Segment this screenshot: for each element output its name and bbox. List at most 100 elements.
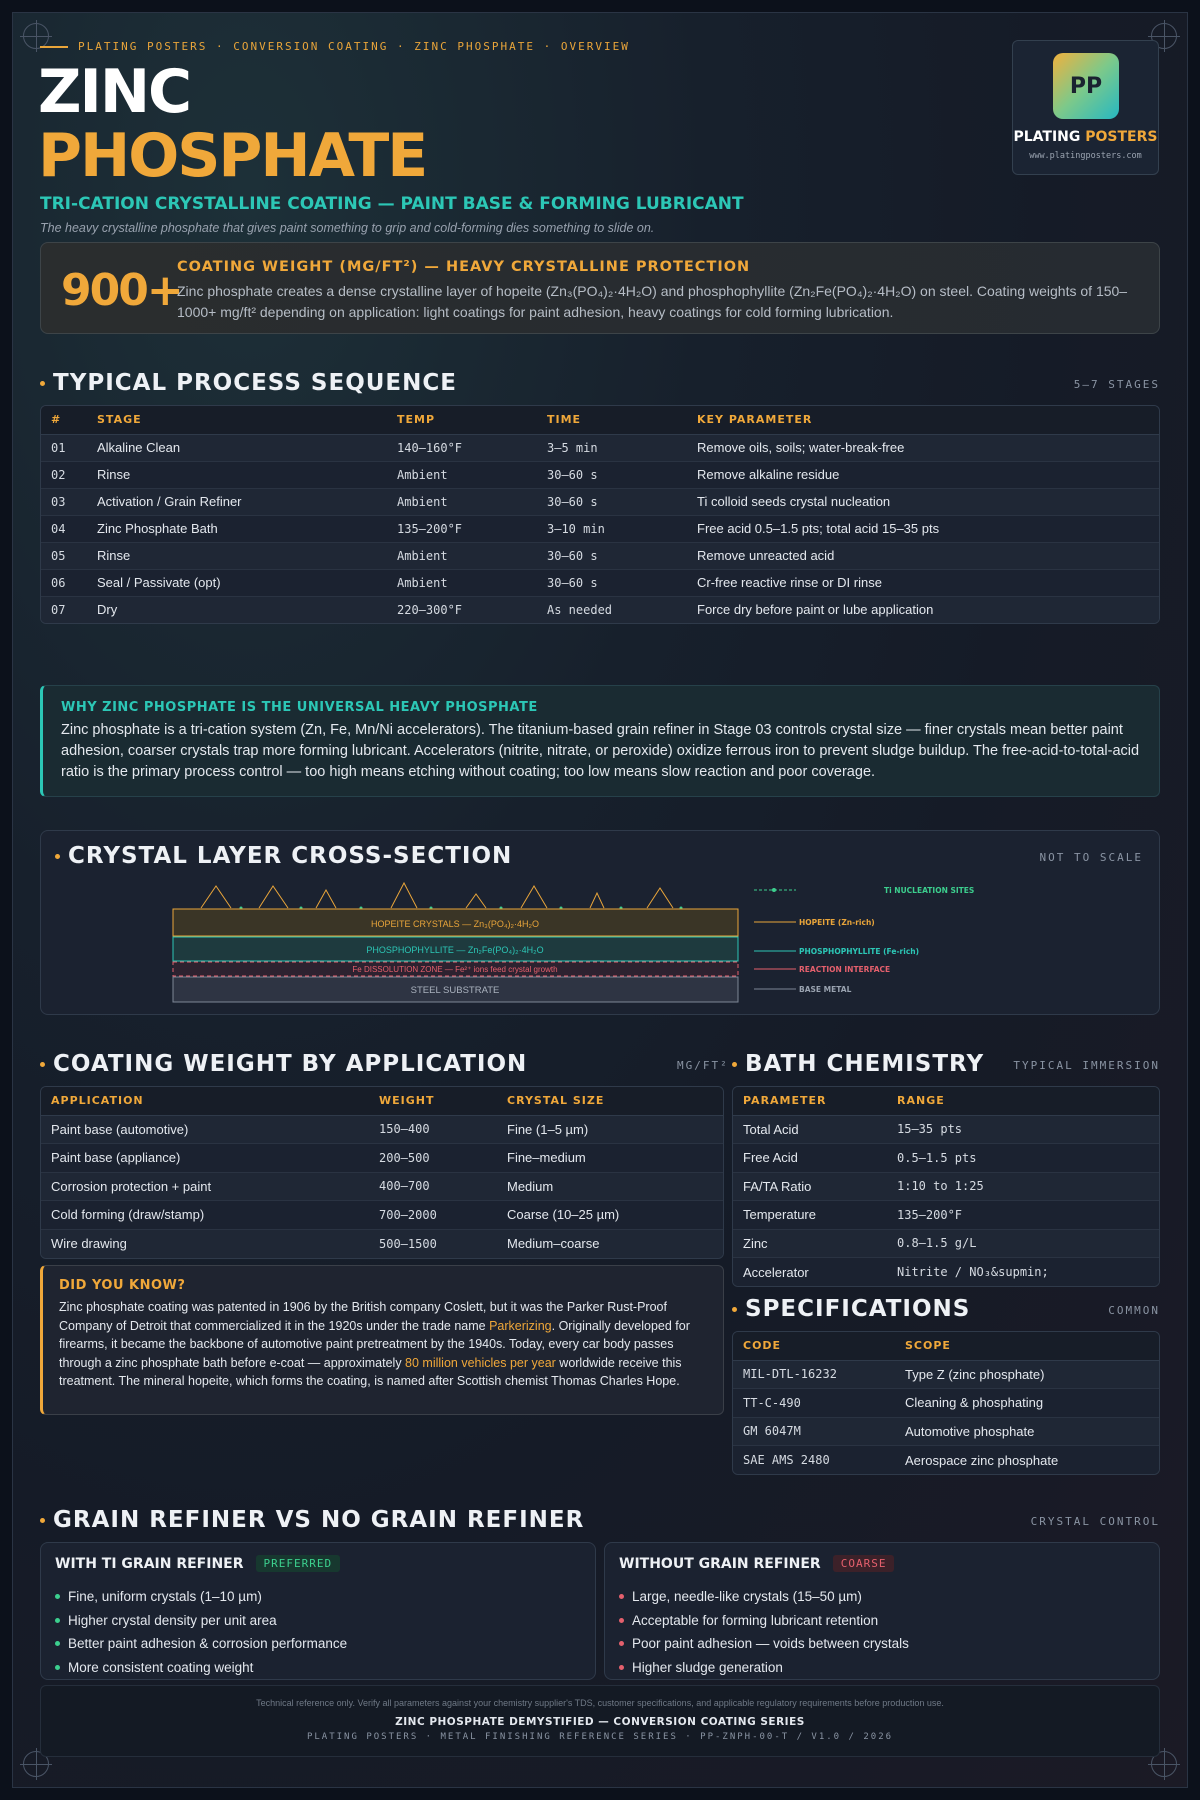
column-header: WEIGHT bbox=[369, 1087, 497, 1116]
table-cell: 0.8–1.5 g/L bbox=[887, 1229, 1159, 1258]
table-cell: 15–35 pts bbox=[887, 1115, 1159, 1144]
table-cell: Corrosion protection + paint bbox=[41, 1172, 369, 1201]
table-cell: Alkaline Clean bbox=[87, 434, 387, 462]
hero-heading: COATING WEIGHT (MG/FT²) — HEAVY CRYSTALL… bbox=[177, 259, 751, 275]
table-cell: 3–10 min bbox=[537, 515, 687, 543]
table-row: GM 6047M Automotive phosphate bbox=[733, 1417, 1159, 1446]
column-header: TEMP bbox=[387, 406, 537, 435]
bullet-icon bbox=[619, 1664, 624, 1670]
table-cell: 200–500 bbox=[369, 1143, 497, 1173]
table-row: TT-C-490 Cleaning & phosphating bbox=[733, 1388, 1159, 1418]
table-cell: Dry bbox=[87, 596, 387, 623]
column-header: SCOPE bbox=[895, 1332, 1159, 1361]
legend-hopeite: HOPEITE (Zn-rich) bbox=[799, 918, 875, 927]
table-cell: TT-C-490 bbox=[733, 1388, 895, 1418]
section-title-coating-weight: COATING WEIGHT BY APPLICATION bbox=[40, 1051, 527, 1077]
footer-disclaimer: Technical reference only. Verify all par… bbox=[256, 1698, 944, 1708]
table-cell: Accelerator bbox=[733, 1257, 887, 1286]
table-row: 03 Activation / Grain Refiner Ambient 30–60… bbox=[41, 488, 1159, 516]
did-you-know-card: DID YOU KNOW? Zinc phosphate coating was… bbox=[40, 1265, 724, 1415]
list-item: Poor paint adhesion — voids between crys… bbox=[619, 1632, 909, 1656]
table-cell: Rinse bbox=[87, 542, 387, 570]
page-title-line2: PHOSPHATE bbox=[38, 121, 428, 191]
table-cell: 140–160°F bbox=[387, 434, 537, 462]
grain-with-title: WITH TI GRAIN REFINER bbox=[55, 1555, 244, 1572]
steel-label: STEEL SUBSTRATE bbox=[411, 985, 500, 996]
table-cell: Activation / Grain Refiner bbox=[87, 488, 387, 516]
table-row: 02 Rinse Ambient 30–60 s Remove alkaline res… bbox=[41, 461, 1159, 489]
legend-ti: Ti NUCLEATION SITES bbox=[884, 886, 974, 895]
table-cell: 04 bbox=[41, 515, 87, 543]
column-header: CODE bbox=[733, 1332, 895, 1361]
column-header: RANGE bbox=[887, 1087, 1159, 1116]
table-cell: Cleaning & phosphating bbox=[895, 1388, 1159, 1418]
hero-body: Zinc phosphate creates a dense crystalli… bbox=[177, 283, 1128, 320]
list-item-text: More consistent coating weight bbox=[68, 1659, 254, 1675]
table-cell: 150–400 bbox=[369, 1115, 497, 1144]
breadcrumb-text: PLATING POSTERS · CONVERSION COATING · Z… bbox=[78, 40, 630, 53]
table-cell: Free acid 0.5–1.5 pts; total acid 15–35 … bbox=[687, 515, 1159, 543]
section-title-process: TYPICAL PROCESS SEQUENCE bbox=[40, 370, 457, 396]
list-item: Fine, uniform crystals (1–10 µm) bbox=[55, 1585, 347, 1609]
hopeite-label: HOPEITE CRYSTALS — Zn₃(PO₄)₂·4H₂O bbox=[371, 919, 539, 929]
legend-phosphophyllite: PHOSPHOPHYLLITE (Fe-rich) bbox=[799, 947, 919, 956]
table-cell: 3–5 min bbox=[537, 434, 687, 462]
breadcrumb: PLATING POSTERS · CONVERSION COATING · Z… bbox=[40, 40, 630, 53]
table-cell: Ambient bbox=[387, 488, 537, 516]
list-item-text: Acceptable for forming lubricant retenti… bbox=[632, 1612, 879, 1628]
table-cell: Ambient bbox=[387, 542, 537, 570]
grain-with-card: WITH TI GRAIN REFINER PREFERRED Fine, un… bbox=[40, 1542, 596, 1680]
phosphophyllite-label: PHOSPHOPHYLLITE — Zn₂Fe(PO₄)₂·4H₂O bbox=[366, 945, 543, 955]
section-title-text: TYPICAL PROCESS SEQUENCE bbox=[53, 370, 457, 396]
bullet-icon bbox=[619, 1594, 624, 1600]
list-item: More consistent coating weight bbox=[55, 1656, 347, 1680]
bullet-icon bbox=[619, 1641, 624, 1647]
table-row: 06 Seal / Passivate (opt) Ambient 30–60 s Cr… bbox=[41, 569, 1159, 597]
table-cell: Medium–coarse bbox=[497, 1229, 723, 1258]
list-item-text: Higher sludge generation bbox=[632, 1659, 783, 1675]
table-cell: Zinc Phosphate Bath bbox=[87, 515, 387, 543]
logo-name-part2: POSTERS bbox=[1085, 129, 1158, 145]
table-row: Paint base (automotive) 150–400 Fine (1–5 … bbox=[41, 1115, 723, 1144]
dyk-highlight: Parkerizing bbox=[489, 1318, 552, 1333]
list-item-text: Poor paint adhesion — voids between crys… bbox=[632, 1636, 909, 1652]
table-cell: Remove unreacted acid bbox=[687, 542, 1159, 570]
table-row: Accelerator Nitrite / NO₃&supmin; bbox=[733, 1257, 1159, 1286]
breadcrumb-accent-bar bbox=[40, 45, 68, 48]
table-cell: FA/TA Ratio bbox=[733, 1172, 887, 1201]
table-cell: 05 bbox=[41, 542, 87, 570]
table-cell: SAE AMS 2480 bbox=[733, 1445, 895, 1474]
logo-url: www.platingposters.com bbox=[1029, 151, 1142, 161]
bullet-icon bbox=[55, 1664, 60, 1670]
section-title-grain: GRAIN REFINER VS NO GRAIN REFINER bbox=[40, 1507, 584, 1533]
table-cell: 135–200°F bbox=[887, 1200, 1159, 1230]
table-cell: GM 6047M bbox=[733, 1417, 895, 1446]
logo-card: PP PLATING POSTERS www.platingposters.co… bbox=[1012, 40, 1159, 175]
did-you-know-heading: DID YOU KNOW? bbox=[59, 1278, 186, 1293]
table-row: 07 Dry 220–300°F As needed Force dry before … bbox=[41, 596, 1159, 623]
section-dot-icon bbox=[40, 380, 45, 386]
table-row: Corrosion protection + paint 400–700 Mediu… bbox=[41, 1172, 723, 1201]
table-row: Total Acid 15–35 pts bbox=[733, 1115, 1159, 1144]
table-cell: Cr-free reactive rinse or DI rinse bbox=[687, 569, 1159, 597]
grain-without-list: Large, needle-like crystals (15–50 µm) Ac… bbox=[619, 1585, 909, 1679]
legend-base: BASE METAL bbox=[799, 985, 852, 994]
section-dot-icon bbox=[40, 1517, 45, 1523]
table-cell: Remove alkaline residue bbox=[687, 461, 1159, 489]
footer-series: ZINC PHOSPHATE DEMYSTIFIED — CONVERSION … bbox=[395, 1716, 805, 1728]
page-tagline: The heavy crystalline phosphate that giv… bbox=[40, 221, 655, 235]
section-note-bath: TYPICAL IMMERSION bbox=[1013, 1059, 1160, 1072]
table-cell: 03 bbox=[41, 488, 87, 516]
bullet-icon bbox=[55, 1641, 60, 1647]
grain-without-title: WITHOUT GRAIN REFINER bbox=[619, 1555, 821, 1572]
preferred-badge: PREFERRED bbox=[255, 1555, 341, 1572]
table-cell: Force dry before paint or lube applicati… bbox=[687, 596, 1159, 623]
table-cell: Paint base (automotive) bbox=[41, 1115, 369, 1144]
table-cell: 700–2000 bbox=[369, 1200, 497, 1230]
table-row: FA/TA Ratio 1:10 to 1:25 bbox=[733, 1172, 1159, 1201]
grain-with-list: Fine, uniform crystals (1–10 µm) Higher c… bbox=[55, 1585, 347, 1679]
section-dot-icon bbox=[732, 1061, 737, 1067]
callout-body: Zinc phosphate is a tri-cation system (Z… bbox=[61, 722, 1140, 780]
process-table: # STAGE TEMP TIME KEY PARAMETER 01 Alkaline C… bbox=[40, 405, 1160, 624]
list-item: Large, needle-like crystals (15–50 µm) bbox=[619, 1585, 909, 1609]
